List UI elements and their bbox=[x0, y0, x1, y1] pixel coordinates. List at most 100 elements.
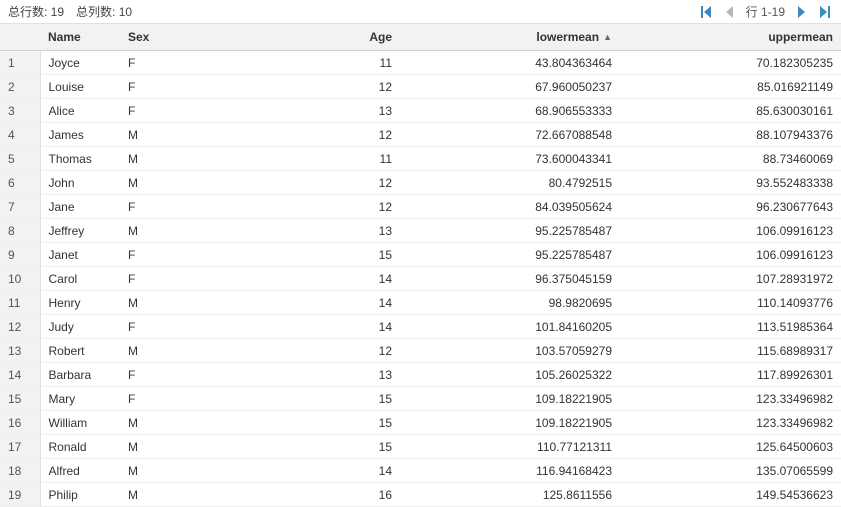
cell-uppermean: 93.552483338 bbox=[620, 171, 841, 195]
cell-rownum: 3 bbox=[0, 99, 40, 123]
cell-sex: F bbox=[120, 99, 180, 123]
cell-rownum: 8 bbox=[0, 219, 40, 243]
prev-page-icon[interactable] bbox=[722, 4, 738, 20]
cell-age: 12 bbox=[180, 171, 400, 195]
cell-name: James bbox=[40, 123, 120, 147]
cell-age: 15 bbox=[180, 243, 400, 267]
sort-ascending-icon: ▲ bbox=[603, 32, 612, 42]
cell-rownum: 5 bbox=[0, 147, 40, 171]
col-header-lowermean-label: lowermean bbox=[536, 30, 599, 44]
table-row[interactable]: 1JoyceF1143.80436346470.182305235 bbox=[0, 51, 841, 75]
cell-name: Mary bbox=[40, 387, 120, 411]
cell-sex: M bbox=[120, 339, 180, 363]
cell-lowermean: 110.77121311 bbox=[400, 435, 620, 459]
cell-rownum: 6 bbox=[0, 171, 40, 195]
cell-lowermean: 98.9820695 bbox=[400, 291, 620, 315]
cell-lowermean: 95.225785487 bbox=[400, 243, 620, 267]
cell-lowermean: 103.57059279 bbox=[400, 339, 620, 363]
table-row[interactable]: 2LouiseF1267.96005023785.016921149 bbox=[0, 75, 841, 99]
toolbar-left: 总行数: 19 总列数: 10 bbox=[8, 3, 132, 20]
col-header-age[interactable]: Age bbox=[180, 24, 400, 51]
cell-lowermean: 43.804363464 bbox=[400, 51, 620, 75]
cell-uppermean: 88.107943376 bbox=[620, 123, 841, 147]
cell-uppermean: 135.07065599 bbox=[620, 459, 841, 483]
cell-sex: M bbox=[120, 291, 180, 315]
cell-rownum: 1 bbox=[0, 51, 40, 75]
cell-age: 15 bbox=[180, 435, 400, 459]
cell-age: 13 bbox=[180, 99, 400, 123]
cell-age: 14 bbox=[180, 315, 400, 339]
toolbar: 总行数: 19 总列数: 10 行 1-19 bbox=[0, 0, 841, 24]
total-rows-label: 总行数: 19 bbox=[8, 3, 64, 20]
col-header-name-label: Name bbox=[48, 30, 81, 44]
cell-name: Carol bbox=[40, 267, 120, 291]
table-row[interactable]: 5ThomasM1173.60004334188.73460069 bbox=[0, 147, 841, 171]
cell-lowermean: 96.375045159 bbox=[400, 267, 620, 291]
cell-name: Ronald bbox=[40, 435, 120, 459]
table-row[interactable]: 13RobertM12103.57059279115.68989317 bbox=[0, 339, 841, 363]
cell-name: Alfred bbox=[40, 459, 120, 483]
next-page-icon[interactable] bbox=[793, 4, 809, 20]
table-row[interactable]: 16WilliamM15109.18221905123.33496982 bbox=[0, 411, 841, 435]
table-row[interactable]: 7JaneF1284.03950562496.230677643 bbox=[0, 195, 841, 219]
cell-lowermean: 109.18221905 bbox=[400, 411, 620, 435]
table-row[interactable]: 11HenryM1498.9820695110.14093776 bbox=[0, 291, 841, 315]
table-row[interactable]: 9JanetF1595.225785487106.09916123 bbox=[0, 243, 841, 267]
table-row[interactable]: 17RonaldM15110.77121311125.64500603 bbox=[0, 435, 841, 459]
cell-name: Louise bbox=[40, 75, 120, 99]
cell-uppermean: 70.182305235 bbox=[620, 51, 841, 75]
row-range-label: 行 1-19 bbox=[746, 3, 785, 20]
cell-lowermean: 105.26025322 bbox=[400, 363, 620, 387]
cell-age: 12 bbox=[180, 195, 400, 219]
table-row[interactable]: 10CarolF1496.375045159107.28931972 bbox=[0, 267, 841, 291]
cell-uppermean: 117.89926301 bbox=[620, 363, 841, 387]
cell-name: Judy bbox=[40, 315, 120, 339]
col-header-uppermean[interactable]: uppermean bbox=[620, 24, 841, 51]
cell-age: 14 bbox=[180, 291, 400, 315]
cell-name: William bbox=[40, 411, 120, 435]
cell-rownum: 11 bbox=[0, 291, 40, 315]
cell-uppermean: 107.28931972 bbox=[620, 267, 841, 291]
cell-sex: M bbox=[120, 411, 180, 435]
cell-uppermean: 85.016921149 bbox=[620, 75, 841, 99]
cell-lowermean: 68.906553333 bbox=[400, 99, 620, 123]
table-row[interactable]: 15MaryF15109.18221905123.33496982 bbox=[0, 387, 841, 411]
cell-sex: M bbox=[120, 459, 180, 483]
col-header-sex-label: Sex bbox=[128, 30, 149, 44]
col-header-rownum[interactable] bbox=[0, 24, 40, 51]
cell-uppermean: 125.64500603 bbox=[620, 435, 841, 459]
cell-rownum: 16 bbox=[0, 411, 40, 435]
cell-sex: F bbox=[120, 363, 180, 387]
cell-sex: F bbox=[120, 51, 180, 75]
table-row[interactable]: 8JeffreyM1395.225785487106.09916123 bbox=[0, 219, 841, 243]
cell-sex: F bbox=[120, 267, 180, 291]
col-header-name[interactable]: Name bbox=[40, 24, 120, 51]
cell-age: 15 bbox=[180, 387, 400, 411]
last-page-icon[interactable] bbox=[817, 4, 833, 20]
col-header-uppermean-label: uppermean bbox=[768, 30, 833, 44]
table-row[interactable]: 14BarbaraF13105.26025322117.89926301 bbox=[0, 363, 841, 387]
cell-lowermean: 73.600043341 bbox=[400, 147, 620, 171]
table-row[interactable]: 6JohnM1280.479251593.552483338 bbox=[0, 171, 841, 195]
cell-rownum: 4 bbox=[0, 123, 40, 147]
cell-name: Robert bbox=[40, 339, 120, 363]
cell-lowermean: 101.84160205 bbox=[400, 315, 620, 339]
table-row[interactable]: 3AliceF1368.90655333385.630030161 bbox=[0, 99, 841, 123]
cell-uppermean: 85.630030161 bbox=[620, 99, 841, 123]
cell-lowermean: 67.960050237 bbox=[400, 75, 620, 99]
table-row[interactable]: 12JudyF14101.84160205113.51985364 bbox=[0, 315, 841, 339]
cell-age: 12 bbox=[180, 339, 400, 363]
cell-rownum: 18 bbox=[0, 459, 40, 483]
col-header-age-label: Age bbox=[369, 30, 392, 44]
first-page-icon[interactable] bbox=[698, 4, 714, 20]
col-header-sex[interactable]: Sex bbox=[120, 24, 180, 51]
table-row[interactable]: 4JamesM1272.66708854888.107943376 bbox=[0, 123, 841, 147]
cell-uppermean: 115.68989317 bbox=[620, 339, 841, 363]
col-header-lowermean[interactable]: lowermean ▲ bbox=[400, 24, 620, 51]
table-row[interactable]: 18AlfredM14116.94168423135.07065599 bbox=[0, 459, 841, 483]
cell-lowermean: 72.667088548 bbox=[400, 123, 620, 147]
cell-uppermean: 123.33496982 bbox=[620, 387, 841, 411]
cell-name: John bbox=[40, 171, 120, 195]
cell-uppermean: 96.230677643 bbox=[620, 195, 841, 219]
cell-name: Jeffrey bbox=[40, 219, 120, 243]
